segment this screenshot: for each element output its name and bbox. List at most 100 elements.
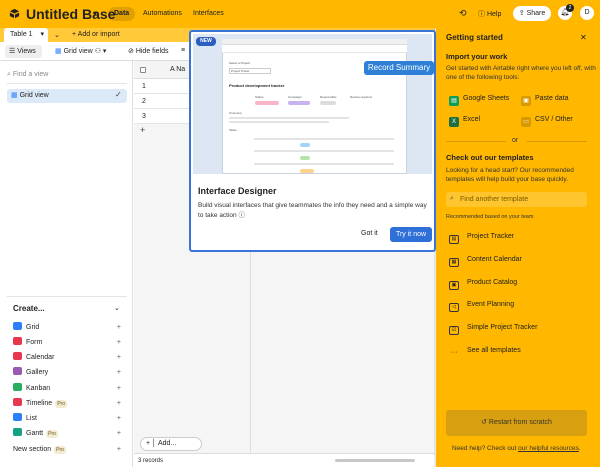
create-calendar-view[interactable]: Calendar + bbox=[13, 352, 125, 364]
template-event-planning[interactable]: ◁ Event Planning bbox=[449, 299, 515, 312]
template-label: See all templates bbox=[467, 347, 521, 354]
views-toggle-button[interactable]: ☰ Views bbox=[5, 45, 42, 58]
restart-label: Restart from scratch bbox=[488, 419, 552, 426]
catalog-icon: ▣ bbox=[449, 281, 459, 290]
gallery-icon bbox=[13, 367, 22, 375]
notification-count-badge: 2 bbox=[566, 4, 574, 12]
create-view-title[interactable]: Create... bbox=[13, 304, 45, 313]
restart-icon: ↺ bbox=[481, 419, 489, 426]
plus-icon[interactable]: + bbox=[117, 352, 121, 364]
template-content-calendar[interactable]: ▦ Content Calendar bbox=[449, 254, 522, 267]
restart-from-scratch-button[interactable]: ↺ Restart from scratch bbox=[446, 410, 587, 436]
template-project-tracker[interactable]: ▤ Project Tracker bbox=[449, 231, 514, 244]
plus-icon[interactable]: + bbox=[117, 413, 121, 425]
template-search-input[interactable]: Find another template bbox=[446, 192, 587, 207]
mockup-line bbox=[254, 150, 394, 152]
mockup-pill bbox=[300, 143, 310, 147]
templates-title: Check out our templates bbox=[446, 153, 534, 162]
tab-data[interactable]: Data bbox=[108, 7, 136, 21]
table-tab-label: Table 1 bbox=[10, 31, 33, 38]
hide-fields-label: Hide fields bbox=[135, 48, 169, 55]
create-timeline-view[interactable]: Timeline Pro + bbox=[13, 398, 125, 410]
plus-icon[interactable]: + bbox=[117, 367, 121, 379]
kanban-icon bbox=[13, 383, 22, 391]
import-csv-other[interactable]: ▭ CSV / Other bbox=[521, 114, 573, 127]
filter-icon[interactable]: ≡ bbox=[181, 47, 185, 54]
menu-icon: ☰ bbox=[9, 48, 18, 55]
mockup-col-campaign: Campaign bbox=[288, 95, 302, 99]
mockup-project-picker: Project Picker bbox=[229, 68, 271, 74]
history-icon[interactable]: ⟲ bbox=[459, 8, 467, 19]
mockup-toolbar bbox=[222, 45, 407, 53]
plus-icon[interactable]: + bbox=[117, 383, 121, 395]
select-all-checkbox[interactable] bbox=[140, 67, 146, 73]
tab-automations[interactable]: Automations bbox=[137, 7, 188, 21]
tab-interfaces[interactable]: Interfaces bbox=[187, 7, 230, 21]
google-sheets-icon: ▤ bbox=[449, 96, 459, 106]
mockup-pill bbox=[288, 101, 310, 105]
plus-icon[interactable]: + bbox=[117, 398, 121, 410]
add-or-import-button[interactable]: + Add or import bbox=[72, 31, 120, 38]
airtable-logo-icon[interactable] bbox=[9, 8, 20, 19]
try-it-now-button[interactable]: Try it now bbox=[390, 227, 432, 242]
chevron-down-icon[interactable]: ⌄ bbox=[114, 304, 120, 312]
plus-icon[interactable]: + bbox=[117, 337, 121, 349]
got-it-button[interactable]: Got it bbox=[361, 230, 378, 237]
grid-icon bbox=[13, 322, 22, 330]
popover-description-text: Build visual interfaces that give teamma… bbox=[198, 202, 427, 219]
eye-off-icon: ⊘ bbox=[128, 48, 136, 55]
add-row-icon[interactable]: + bbox=[140, 125, 145, 135]
mockup-col-status: Status bbox=[255, 95, 264, 99]
plus-icon[interactable]: + bbox=[117, 428, 121, 440]
mockup-line bbox=[254, 163, 394, 165]
share-button[interactable]: ⇪ Share bbox=[513, 6, 551, 21]
find-view-placeholder: Find a view bbox=[12, 71, 49, 78]
base-name[interactable]: Untitled Base bbox=[26, 6, 115, 22]
create-item-label: Form bbox=[26, 339, 43, 346]
import-google-sheets[interactable]: ▤ Google Sheets bbox=[449, 93, 509, 106]
create-form-view[interactable]: Form + bbox=[13, 337, 125, 349]
close-icon[interactable]: ✕ bbox=[580, 33, 587, 42]
help-button[interactable]: ⓘ Help bbox=[478, 9, 501, 19]
create-grid-view[interactable]: Grid + bbox=[13, 322, 125, 334]
create-list-view[interactable]: List + bbox=[13, 413, 125, 425]
file-icon: ▭ bbox=[521, 117, 531, 127]
tables-chevron-down-icon[interactable]: ⌄ bbox=[54, 31, 60, 39]
template-label: Content Calendar bbox=[467, 256, 522, 263]
create-gallery-view[interactable]: Gallery + bbox=[13, 367, 125, 379]
chevron-down-icon[interactable]: ▾ bbox=[93, 9, 97, 18]
create-item-label: Calendar bbox=[26, 354, 55, 361]
user-avatar[interactable]: D bbox=[580, 6, 594, 20]
helpful-resources-link[interactable]: our helpful resources bbox=[518, 445, 579, 452]
info-icon[interactable]: ⓘ bbox=[238, 212, 245, 219]
create-gantt-view[interactable]: Gantt Pro + bbox=[13, 428, 125, 440]
horizontal-scrollbar[interactable] bbox=[335, 459, 415, 462]
see-all-templates-link[interactable]: ··· See all templates bbox=[449, 345, 521, 357]
sidebar-item-grid-view[interactable]: ▦ Grid view bbox=[7, 89, 127, 103]
template-label: Event Planning bbox=[467, 301, 515, 308]
create-kanban-view[interactable]: Kanban + bbox=[13, 383, 125, 395]
table-tab-current[interactable]: Table 1 ▾ bbox=[4, 28, 48, 42]
import-excel[interactable]: X Excel bbox=[449, 114, 480, 127]
add-record-button[interactable]: + │ Add... bbox=[140, 437, 202, 451]
checklist-icon: ☑ bbox=[449, 326, 459, 335]
grid-view-switcher[interactable]: ▦ Grid view ⚇ ▾ bbox=[55, 47, 106, 55]
list-icon bbox=[13, 413, 22, 421]
divider bbox=[7, 296, 127, 297]
help-suffix: . bbox=[578, 445, 581, 452]
plus-icon: + │ bbox=[146, 440, 158, 447]
grid-column-header-name[interactable]: A Na bbox=[170, 66, 185, 73]
hide-fields-button[interactable]: ⊘ Hide fields bbox=[128, 47, 169, 55]
chevron-down-icon[interactable]: ▾ bbox=[41, 31, 45, 38]
import-description: Get started with Airtable right where yo… bbox=[446, 65, 596, 81]
plus-icon[interactable]: + bbox=[117, 322, 121, 334]
create-new-section[interactable]: New section Pro + bbox=[13, 444, 125, 456]
mockup-pill bbox=[300, 156, 310, 160]
popover-description: Build visual interfaces that give teamma… bbox=[198, 201, 430, 221]
template-product-catalog[interactable]: ▣ Product Catalog bbox=[449, 277, 517, 290]
template-simple-project-tracker[interactable]: ☑ Simple Project Tracker bbox=[449, 322, 537, 335]
find-view-input[interactable]: ⌕ Find a view bbox=[7, 69, 127, 81]
plus-icon[interactable]: + bbox=[117, 444, 121, 456]
popover-title: Interface Designer bbox=[198, 186, 277, 196]
import-paste-data[interactable]: ▣ Paste data bbox=[521, 93, 568, 106]
